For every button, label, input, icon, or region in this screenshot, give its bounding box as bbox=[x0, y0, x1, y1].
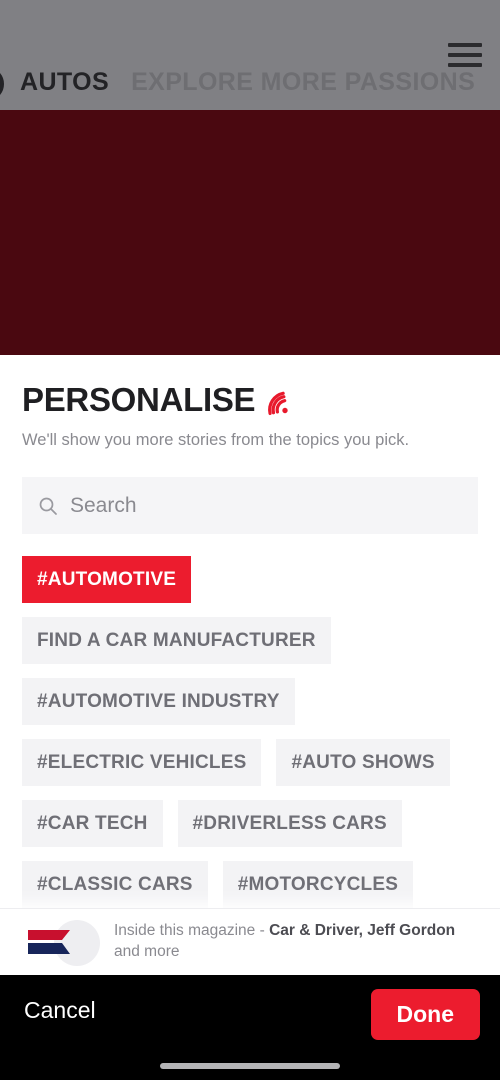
sheet-title-row: PERSONALISE bbox=[22, 383, 478, 416]
tag-chip[interactable]: #CLASSIC CARS bbox=[22, 861, 208, 909]
sheet-header: PERSONALISE We'll show you more stories … bbox=[0, 355, 500, 451]
tag-row: #AUTOMOTIVE bbox=[22, 556, 478, 604]
magazine-flag-icon bbox=[22, 920, 100, 966]
hero-banner bbox=[0, 110, 500, 355]
top-navigation-bar: AUTOS EXPLORE MORE PASSIONS bbox=[0, 0, 500, 110]
tag-row: #CAR TECH #DRIVERLESS CARS bbox=[22, 800, 478, 848]
magazine-names: Car & Driver, Jeff Gordon bbox=[269, 922, 456, 940]
tag-chip[interactable]: #DRIVERLESS CARS bbox=[177, 800, 402, 848]
page-title: PERSONALISE bbox=[22, 381, 256, 418]
magazine-suffix: and more bbox=[114, 943, 180, 960]
tag-chip[interactable]: FIND A CAR MANUFACTURER bbox=[22, 617, 331, 665]
search-icon bbox=[38, 496, 58, 516]
hamburger-menu-icon[interactable] bbox=[448, 43, 482, 67]
tag-list: #AUTOMOTIVE FIND A CAR MANUFACTURER #AUTOM… bbox=[22, 556, 478, 909]
nav-title: AUTOS bbox=[20, 68, 110, 96]
action-bar: Cancel Done bbox=[0, 975, 500, 1080]
done-button[interactable]: Done bbox=[370, 989, 480, 1040]
signal-wifi-icon bbox=[261, 388, 291, 418]
magazine-text: Inside this magazine - Car & Driver, Jef… bbox=[114, 921, 478, 963]
search-field[interactable] bbox=[22, 477, 478, 535]
home-indicator bbox=[160, 1063, 340, 1069]
tag-chip[interactable]: #MOTORCYCLES bbox=[222, 861, 414, 909]
search-input[interactable] bbox=[70, 493, 462, 518]
tag-row: #ELECTRIC VEHICLES #AUTO SHOWS bbox=[22, 739, 478, 787]
magazine-prefix: Inside this magazine - bbox=[114, 922, 270, 940]
tag-chip[interactable]: #AUTOMOTIVE INDUSTRY bbox=[22, 678, 295, 726]
cancel-button[interactable]: Cancel bbox=[24, 997, 96, 1024]
sheet-subtitle: We'll show you more stories from the top… bbox=[22, 431, 410, 449]
tag-row: #CLASSIC CARS #MOTORCYCLES bbox=[22, 861, 478, 909]
tag-chip[interactable]: #AUTOMOTIVE bbox=[22, 556, 192, 604]
circle-logo-icon bbox=[0, 63, 10, 103]
tag-chip[interactable]: #ELECTRIC VEHICLES bbox=[22, 739, 262, 787]
tag-row: FIND A CAR MANUFACTURER bbox=[22, 617, 478, 665]
nav-explore-more-passions[interactable]: EXPLORE MORE PASSIONS bbox=[131, 68, 475, 97]
tag-row: #AUTOMOTIVE INDUSTRY bbox=[22, 678, 478, 726]
tag-chip[interactable]: #AUTO SHOWS bbox=[276, 739, 450, 787]
personalise-sheet: PERSONALISE We'll show you more stories … bbox=[0, 355, 500, 975]
tag-chip[interactable]: #CAR TECH bbox=[22, 800, 163, 848]
nav-row: AUTOS EXPLORE MORE PASSIONS bbox=[0, 55, 500, 110]
magazine-info-strip[interactable]: Inside this magazine - Car & Driver, Jef… bbox=[0, 908, 500, 975]
